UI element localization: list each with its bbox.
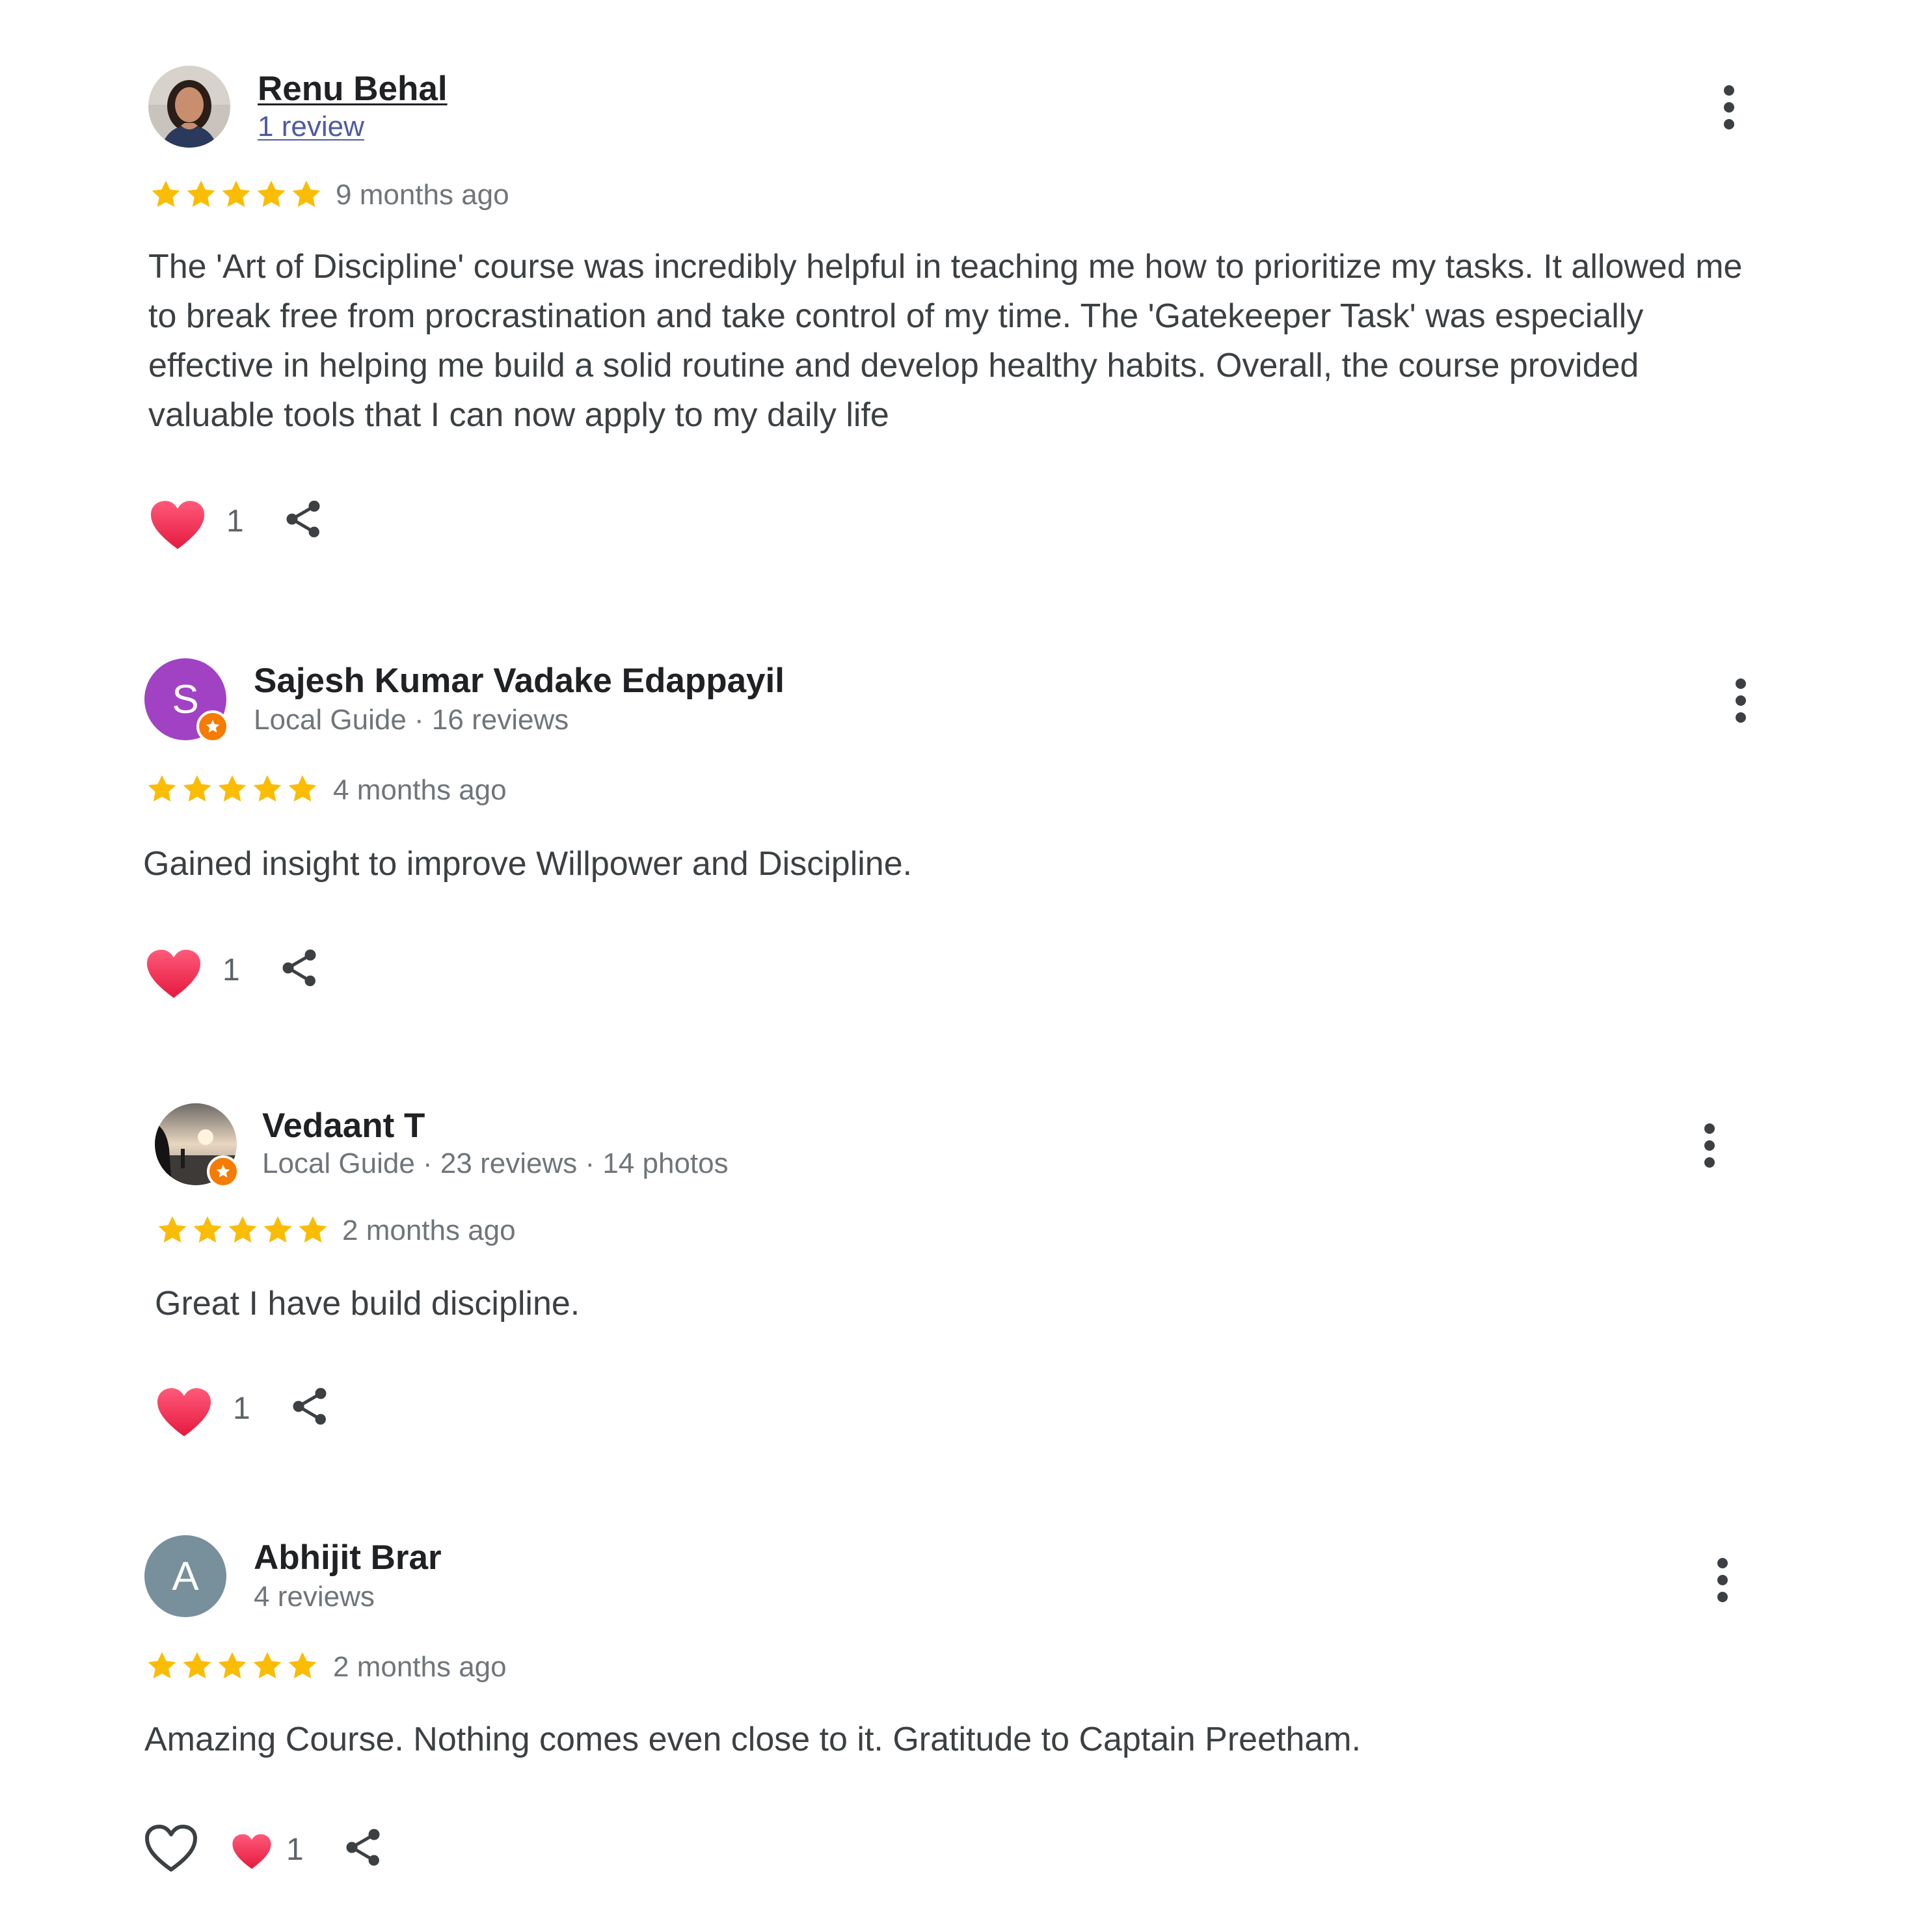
star-icon — [183, 775, 211, 802]
review-date: 9 months ago — [336, 179, 509, 211]
reviewer-meta[interactable]: Local Guide · 16 reviews — [254, 704, 569, 736]
star-icon — [228, 1216, 257, 1243]
review-text: Gained insight to improve Willpower and … — [143, 845, 913, 883]
like-count: 1 — [222, 953, 240, 987]
star-rating — [144, 1648, 320, 1684]
star-icon — [253, 1652, 282, 1679]
share-icon[interactable] — [288, 1384, 332, 1429]
heart-outline-icon[interactable] — [143, 1823, 199, 1875]
share-icon[interactable] — [281, 497, 325, 541]
like-count: 1 — [286, 1832, 304, 1867]
heart-filled-icon[interactable] — [156, 1387, 212, 1439]
reviewer-meta[interactable]: 4 reviews — [254, 1581, 375, 1613]
like-count: 1 — [226, 504, 244, 539]
star-icon — [152, 180, 180, 208]
avatar[interactable] — [155, 1103, 239, 1188]
star-icon — [218, 1652, 247, 1679]
reviewer-name[interactable]: Vedaant T — [262, 1106, 425, 1146]
reviewer-name[interactable]: Sajesh Kumar Vadake Edappayil — [254, 661, 785, 701]
star-icon — [257, 180, 286, 208]
more-vert-icon[interactable] — [1703, 1555, 1742, 1607]
review-text: Great I have build discipline. — [155, 1285, 580, 1322]
star-icon — [183, 1652, 211, 1679]
star-rating — [155, 1212, 330, 1248]
avatar[interactable]: S — [144, 658, 229, 743]
share-icon[interactable] — [277, 946, 321, 990]
star-icon — [292, 180, 321, 208]
review-text: The 'Art of Discipline' course was incre… — [148, 248, 1743, 434]
star-icon — [288, 1652, 317, 1679]
avatar-initial: A — [144, 1535, 226, 1617]
star-icon — [158, 1216, 187, 1243]
review-date: 4 months ago — [333, 774, 507, 806]
avatar[interactable] — [148, 66, 230, 148]
more-vert-icon[interactable] — [1710, 82, 1749, 134]
heart-filled-icon[interactable] — [232, 1833, 272, 1871]
reviewer-name[interactable]: Renu Behal — [258, 69, 448, 109]
star-icon — [299, 1216, 327, 1243]
review-text: Amazing Course. Nothing comes even close… — [144, 1721, 1362, 1758]
heart-filled-icon[interactable] — [150, 500, 206, 552]
reviewer-meta[interactable]: Local Guide · 23 reviews · 14 photos — [262, 1147, 729, 1180]
star-icon — [187, 180, 215, 208]
avatar[interactable]: A — [144, 1535, 226, 1617]
reviewer-name[interactable]: Abhijit Brar — [254, 1538, 442, 1577]
like-count: 1 — [233, 1391, 250, 1426]
reviewer-meta[interactable]: 1 review — [258, 111, 364, 143]
more-vert-icon[interactable] — [1721, 675, 1760, 727]
star-rating — [144, 771, 320, 807]
star-icon — [263, 1216, 292, 1243]
star-icon — [218, 775, 247, 802]
star-icon — [148, 1652, 176, 1679]
review-date: 2 months ago — [333, 1651, 507, 1683]
star-icon — [193, 1216, 222, 1243]
local-guide-badge-icon — [196, 710, 229, 743]
heart-filled-icon[interactable] — [146, 948, 202, 1000]
star-rating — [148, 176, 324, 213]
share-icon[interactable] — [341, 1825, 385, 1870]
star-icon — [253, 775, 282, 802]
review-date: 2 months ago — [342, 1214, 516, 1246]
avatar-photo — [148, 66, 230, 148]
more-vert-icon[interactable] — [1690, 1120, 1729, 1172]
local-guide-badge-icon — [207, 1155, 239, 1188]
star-icon — [222, 180, 250, 208]
star-icon — [288, 775, 317, 802]
star-icon — [148, 775, 176, 802]
